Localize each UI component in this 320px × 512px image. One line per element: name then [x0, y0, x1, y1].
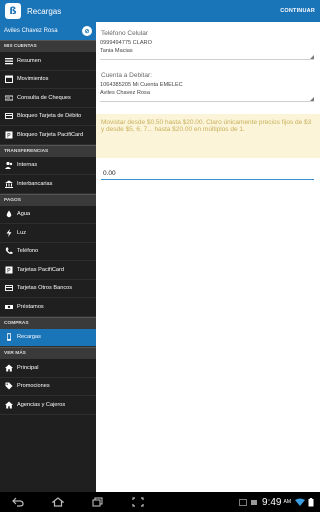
- section-pagos: PAGOS: [0, 193, 96, 206]
- sidebar-item-label: Movimientos: [17, 76, 49, 83]
- dropdown-corner-icon: [310, 97, 314, 101]
- back-icon[interactable]: [4, 492, 32, 512]
- logo-glyph: ß: [9, 5, 17, 17]
- screenshot-icon[interactable]: [124, 492, 152, 512]
- sidebar-item-label: Bloqueo Tarjeta PacifiCard: [17, 131, 84, 138]
- status-icons: [239, 498, 258, 506]
- card-icon: [4, 112, 13, 121]
- mobile-phone-icon: [4, 333, 13, 342]
- users-icon: [4, 161, 13, 170]
- sidebar-item-label: Resumen: [17, 57, 41, 64]
- svg-text:P: P: [7, 132, 11, 139]
- recent-apps-icon[interactable]: [84, 492, 112, 512]
- main-content: Teléfono Celular 0999494775 CLARO Tania …: [96, 22, 320, 492]
- svg-text:P: P: [7, 267, 11, 274]
- sidebar-item-label: Interbancarias: [17, 180, 53, 187]
- sidebar-item-luz[interactable]: Luz: [0, 224, 96, 243]
- pacificard-icon: P: [4, 265, 13, 274]
- check-icon: [4, 93, 13, 102]
- phone-number: 0999494775 CLARO: [100, 40, 152, 46]
- phone-selector[interactable]: 0999494775 CLARO Tania Macias: [100, 40, 314, 60]
- section-compras: COMPRAS: [0, 316, 96, 329]
- sidebar-item-bloqueo-pacificard[interactable]: P Bloqueo Tarjeta PacifiCard: [0, 126, 96, 145]
- home-icon: [4, 400, 13, 409]
- action-bar: ß Recargas CONTINUAR: [0, 0, 320, 22]
- sidebar-item-label: Principal: [17, 364, 39, 371]
- section-ver-mas: VER MÁS: [0, 347, 96, 359]
- sidebar-item-resumen[interactable]: Resumen: [0, 52, 96, 71]
- sidebar-item-principal[interactable]: Principal: [0, 359, 96, 378]
- bank-icon: [4, 179, 13, 188]
- home-button-icon[interactable]: [44, 492, 72, 512]
- notification-icon: [251, 499, 258, 505]
- info-message: Movistar desde $0.50 hasta $20.00. Claro…: [96, 114, 320, 158]
- pacificard-icon: P: [4, 130, 13, 139]
- system-nav-bar: 9:49 AM: [0, 492, 320, 512]
- app-window: ß Recargas CONTINUAR Aviles Chavez Rosa …: [0, 0, 320, 512]
- sidebar-item-consulta-cheques[interactable]: Consulta de Cheques: [0, 89, 96, 108]
- calendar-icon: [4, 75, 13, 84]
- sidebar-item-telefono[interactable]: Teléfono: [0, 243, 96, 261]
- sidebar-item-recargas[interactable]: Recargas: [0, 328, 96, 347]
- user-row[interactable]: Aviles Chavez Rosa ⊘: [0, 22, 96, 40]
- sidebar-item-label: Agencias y Cajeros: [17, 401, 66, 408]
- sidebar-item-agua[interactable]: Agua: [0, 206, 96, 224]
- sidebar-item-label: Luz: [17, 229, 27, 236]
- summary-icon: [4, 56, 13, 65]
- sidebar: Aviles Chavez Rosa ⊘ MIS CUENTAS Resumen…: [0, 22, 96, 492]
- sidebar-item-internas[interactable]: Internas: [0, 157, 96, 175]
- debit-account-selector[interactable]: 1064385205 Mi Cuenta EMELEC Aviles Chave…: [100, 82, 314, 102]
- sidebar-item-tarjetas-otros[interactable]: Tarjetas Otros Bancos: [0, 280, 96, 298]
- sidebar-item-bloqueo-debito[interactable]: Bloqueo Tarjeta de Débito: [0, 108, 96, 126]
- money-icon: [4, 302, 13, 311]
- connectivity-icons: [295, 497, 314, 507]
- sidebar-item-label: Teléfono: [17, 248, 39, 255]
- sidebar-item-agencias[interactable]: Agencias y Cajeros: [0, 396, 96, 415]
- amount-input[interactable]: 0.00: [101, 168, 314, 180]
- image-icon: [239, 498, 247, 506]
- phone-label: Teléfono Celular: [101, 30, 148, 37]
- sidebar-item-interbancarias[interactable]: Interbancarias: [0, 175, 96, 194]
- sidebar-item-tarjetas-pacificard[interactable]: P Tarjetas PacifiCard: [0, 261, 96, 280]
- clock-ampm: AM: [283, 499, 292, 505]
- sidebar-item-label: Préstamos: [17, 303, 44, 310]
- home-icon: [4, 363, 13, 372]
- sidebar-item-label: Agua: [17, 211, 31, 218]
- phone-owner: Tania Macias: [100, 47, 133, 54]
- section-transferencias: TRANSFERENCIAS: [0, 144, 96, 157]
- sidebar-item-label: Promociones: [17, 383, 50, 390]
- sidebar-item-label: Consulta de Cheques: [17, 94, 71, 101]
- app-logo-icon[interactable]: ß: [5, 3, 21, 19]
- water-drop-icon: [4, 210, 13, 219]
- debit-label: Cuenta a Debitar:: [101, 72, 152, 79]
- clock-time: 9:49: [262, 496, 282, 508]
- sidebar-item-movimientos[interactable]: Movimientos: [0, 71, 96, 89]
- dropdown-corner-icon: [310, 55, 314, 59]
- tag-icon: [4, 382, 13, 391]
- battery-icon: [308, 497, 314, 506]
- logout-icon[interactable]: ⊘: [82, 26, 92, 36]
- sidebar-item-label: Tarjetas PacifiCard: [17, 266, 64, 273]
- sidebar-item-promociones[interactable]: Promociones: [0, 378, 96, 396]
- sidebar-item-prestamos[interactable]: Préstamos: [0, 298, 96, 317]
- sidebar-item-label: Tarjetas Otros Bancos: [17, 285, 73, 292]
- wifi-icon: [295, 498, 305, 506]
- debit-owner: Aviles Chavez Rosa: [100, 89, 150, 96]
- page-title: Recargas: [27, 6, 62, 16]
- phone-icon: [4, 247, 13, 256]
- section-mis-cuentas: MIS CUENTAS: [0, 40, 96, 52]
- lightning-icon: [4, 228, 13, 237]
- sidebar-item-label: Bloqueo Tarjeta de Débito: [17, 113, 82, 120]
- card-icon: [4, 284, 13, 293]
- user-name: Aviles Chavez Rosa: [4, 28, 58, 34]
- debit-account: 1064385205 Mi Cuenta EMELEC: [100, 82, 183, 88]
- sidebar-item-label: Internas: [17, 162, 38, 169]
- sidebar-item-label: Recargas: [17, 334, 41, 341]
- continue-button[interactable]: CONTINUAR: [280, 8, 315, 14]
